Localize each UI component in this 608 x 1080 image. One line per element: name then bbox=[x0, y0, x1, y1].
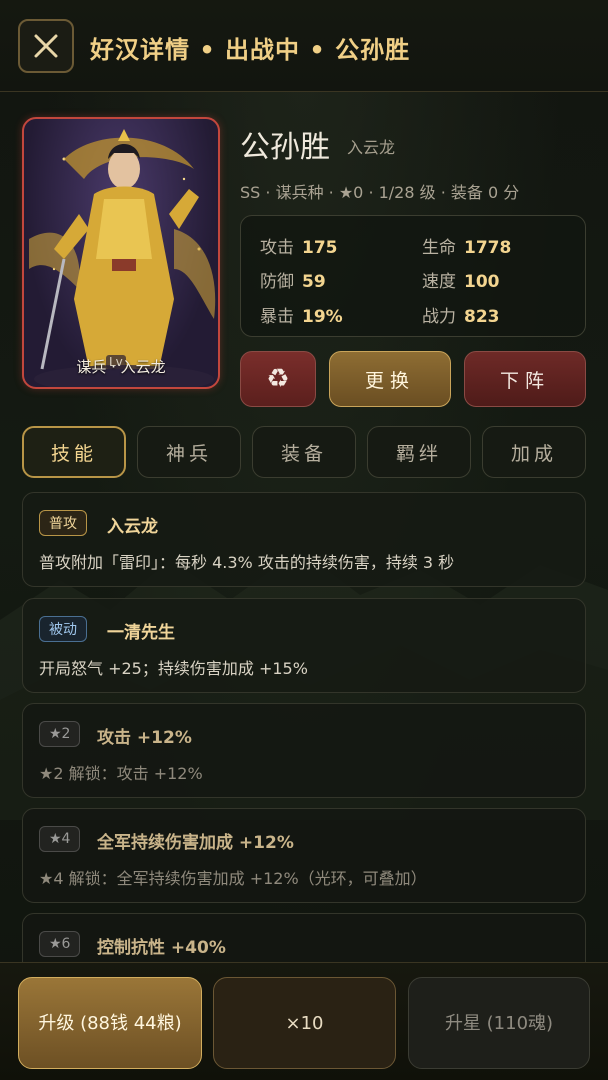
close-button[interactable] bbox=[18, 19, 74, 73]
skill-description: ★2 解锁：攻击 +12% bbox=[39, 764, 203, 783]
tab-divine-weapon[interactable]: 神兵 bbox=[137, 426, 241, 478]
hero-meta-line: SS · 谋兵种 · ★0 · 1/28 级 · 装备 0 分 bbox=[240, 183, 520, 202]
stat-defense: 防御 59 bbox=[260, 272, 326, 292]
skill-card-star4[interactable]: ★4 全军持续伤害加成 +12% ★4 解锁：全军持续伤害加成 +12%（光环，… bbox=[22, 808, 586, 903]
skill-title: 入云龙 bbox=[107, 517, 158, 537]
remove-from-lineup-button[interactable]: 下阵 bbox=[464, 351, 586, 407]
skill-type-badge: 普攻 bbox=[39, 510, 87, 536]
skill-card-passive[interactable]: 被动 一清先生 开局怒气 +25；持续伤害加成 +15% bbox=[22, 598, 586, 693]
stat-crit: 暴击 19% bbox=[260, 307, 343, 327]
recycle-button[interactable]: ♻ bbox=[240, 351, 316, 407]
hero-alias: 入云龙 bbox=[347, 138, 396, 157]
skill-title: 控制抗性 +40% bbox=[97, 938, 226, 958]
page-title: 好汉详情 • 出战中 • 公孙胜 bbox=[90, 36, 411, 64]
tab-bonus[interactable]: 加成 bbox=[482, 426, 586, 478]
stat-speed: 速度 100 bbox=[422, 272, 500, 292]
swap-button[interactable]: 更换 bbox=[329, 351, 451, 407]
skill-description: 开局怒气 +25；持续伤害加成 +15% bbox=[39, 659, 308, 678]
stat-attack: 攻击 175 bbox=[260, 238, 338, 258]
star-requirement-badge: ★4 bbox=[39, 826, 81, 852]
skill-description: ★4 解锁：全军持续伤害加成 +12%（光环，可叠加） bbox=[39, 869, 427, 888]
hero-portrait-image bbox=[29, 129, 216, 387]
tab-skills[interactable]: 技能 bbox=[22, 426, 126, 478]
stat-hp: 生命 1778 bbox=[422, 238, 512, 258]
upgrade-button[interactable]: 升级 (88钱 44粮) bbox=[18, 977, 202, 1069]
skill-description: 普攻附加「雷印」：每秒 4.3% 攻击的持续伤害，持续 3 秒 bbox=[39, 553, 455, 572]
recycle-icon: ♻ bbox=[266, 364, 290, 394]
stats-panel: 攻击 175 生命 1778 防御 59 速度 100 暴击 19% 战力 823 bbox=[240, 215, 586, 337]
hero-portrait-card[interactable]: Lv 谋兵 · 入云龙 bbox=[22, 117, 220, 389]
skill-card-basic-attack[interactable]: 普攻 入云龙 普攻附加「雷印」：每秒 4.3% 攻击的持续伤害，持续 3 秒 bbox=[22, 492, 586, 587]
star-requirement-badge: ★2 bbox=[39, 721, 81, 747]
tab-bonds[interactable]: 羁绊 bbox=[367, 426, 471, 478]
stat-power: 战力 823 bbox=[422, 307, 500, 327]
skill-title: 全军持续伤害加成 +12% bbox=[97, 833, 294, 853]
hero-name: 公孙胜 bbox=[240, 130, 330, 165]
skill-title: 一清先生 bbox=[107, 623, 175, 643]
skill-card-star2[interactable]: ★2 攻击 +12% ★2 解锁：攻击 +12% bbox=[22, 703, 586, 798]
close-icon bbox=[34, 34, 58, 58]
portrait-caption: 谋兵 · 入云龙 bbox=[76, 358, 166, 376]
star-requirement-badge: ★6 bbox=[39, 931, 81, 957]
skill-title: 攻击 +12% bbox=[97, 728, 192, 748]
tab-equipment[interactable]: 装备 bbox=[252, 426, 356, 478]
skill-type-badge: 被动 bbox=[39, 616, 87, 642]
header-bar: 好汉详情 • 出战中 • 公孙胜 bbox=[0, 0, 608, 92]
upgrade-x10-button[interactable]: ×10 bbox=[213, 977, 396, 1069]
star-up-button[interactable]: 升星 (110魂) bbox=[408, 977, 590, 1069]
